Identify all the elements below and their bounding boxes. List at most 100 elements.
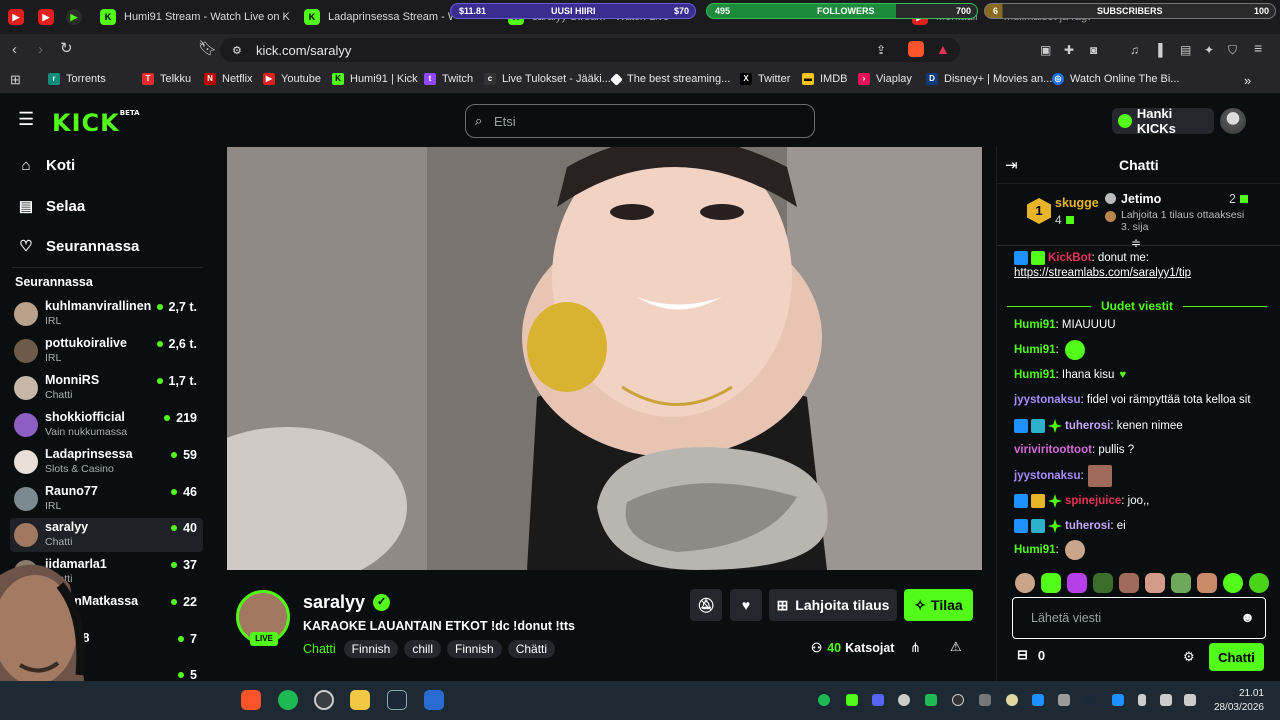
- following-item[interactable]: pottukoiralive IRL 2,6 t.: [10, 334, 203, 368]
- emote[interactable]: [1145, 573, 1165, 593]
- spotify-tray-icon[interactable]: [818, 694, 830, 706]
- following-item[interactable]: kuhlmanvirallinen IRL 2,7 t.: [10, 297, 203, 331]
- emote[interactable]: [1197, 573, 1217, 593]
- url-bar[interactable]: ⚙ kick.com/saralyy ⇪ ▲: [220, 38, 960, 62]
- tag-pill[interactable]: Finnish: [343, 640, 399, 658]
- brave-taskbar-icon[interactable]: [241, 690, 261, 710]
- bookmark-youtube[interactable]: ▶ Youtube: [263, 73, 321, 85]
- search-input[interactable]: ⌕ Etsi: [465, 104, 815, 138]
- sidebar-icon[interactable]: ▐: [1154, 42, 1163, 58]
- extension-icon[interactable]: ▣: [1040, 42, 1051, 58]
- emote[interactable]: [1119, 573, 1139, 593]
- hanki-kicks-button[interactable]: Hanki KICKs: [1112, 106, 1214, 136]
- bookmark-streaming[interactable]: The best streaming...: [610, 72, 730, 86]
- site-info-icon[interactable]: ⚙: [232, 43, 242, 59]
- bookmark-telkku[interactable]: T Telkku: [142, 73, 191, 85]
- report-icon[interactable]: ⚠: [950, 639, 962, 655]
- spotify-taskbar-icon[interactable]: [278, 690, 298, 710]
- tray-icon[interactable]: [1112, 694, 1124, 706]
- following-item[interactable]: MonniRS Chatti 1,7 t.: [10, 371, 203, 405]
- tray-icon[interactable]: [846, 694, 858, 706]
- tab-active-green[interactable]: ▶: [66, 4, 86, 30]
- brave-shields-icon[interactable]: [908, 41, 924, 57]
- tab-humi91[interactable]: K Humi91 Stream - Watch Live on Kick: [100, 4, 290, 30]
- kick-logo[interactable]: KICKBETA: [52, 109, 140, 137]
- share-icon[interactable]: ⇪: [876, 42, 886, 58]
- network-icon[interactable]: [1184, 694, 1196, 706]
- emote[interactable]: [1067, 573, 1087, 593]
- clock-date[interactable]: 28/03/2026: [1208, 702, 1264, 713]
- pin-collapse-icon[interactable]: ≑: [1131, 236, 1141, 250]
- apps-icon[interactable]: ⊞: [10, 72, 21, 88]
- nav-selaa[interactable]: ▤ Selaa: [18, 197, 85, 216]
- app-taskbar-icon[interactable]: [424, 690, 444, 710]
- tip-link[interactable]: https://streamlabs.com/saralyy1/tip: [1014, 267, 1191, 279]
- emote[interactable]: [1015, 573, 1035, 593]
- bluetooth-tray-icon[interactable]: [1032, 694, 1044, 706]
- steam-taskbar-icon[interactable]: [387, 690, 407, 710]
- bookmark-imdb[interactable]: ▬ IMDB: [802, 73, 848, 85]
- forward-icon[interactable]: ›: [38, 42, 43, 58]
- chat-input[interactable]: Lähetä viesti ☻: [1012, 597, 1266, 639]
- bookmark-humi91[interactable]: K Humi91 | Kick: [332, 73, 418, 85]
- cloud-tray-icon[interactable]: [898, 694, 910, 706]
- following-item[interactable]: Ladaprinsessa Slots & Casino 59: [10, 445, 203, 479]
- follow-button[interactable]: ♥: [730, 589, 762, 621]
- battery-tray-icon[interactable]: [1058, 694, 1070, 706]
- notifications-off-button[interactable]: 🔕︎: [690, 589, 722, 621]
- file-explorer-icon[interactable]: [350, 690, 370, 710]
- reload-icon[interactable]: ↻: [60, 41, 73, 57]
- back-icon[interactable]: ‹: [12, 42, 17, 58]
- tab-youtube-1[interactable]: ▶: [8, 4, 28, 30]
- tab-ladaprinsessa[interactable]: KLadaprinsessa Stream - Watc: [304, 4, 454, 30]
- bookmark-viaplay[interactable]: › Viaplay: [858, 73, 912, 85]
- gift-sub-button[interactable]: ⊞ Lahjoita tilaus: [769, 589, 897, 621]
- collapse-chat-icon[interactable]: ⇥: [1005, 156, 1018, 174]
- channel-points[interactable]: ⊟ 0: [1017, 647, 1045, 663]
- bookmark-disney[interactable]: D Disney+ | Movies an...: [926, 73, 1052, 85]
- following-item[interactable]: shokkiofficial Vain nukkumassa 219: [10, 408, 203, 442]
- emote[interactable]: [1171, 573, 1191, 593]
- video-player[interactable]: [227, 147, 982, 570]
- emote[interactable]: [1041, 573, 1061, 593]
- emote[interactable]: [1093, 573, 1113, 593]
- nav-seurannassa[interactable]: ♡ Seurannassa: [18, 237, 139, 256]
- microphone-icon[interactable]: [1138, 694, 1146, 706]
- emote[interactable]: [1249, 573, 1269, 593]
- bookmark-live-tulokset[interactable]: c Live Tulokset - Jääki...: [484, 73, 611, 85]
- more-bookmarks-icon[interactable]: »: [1244, 73, 1251, 88]
- discord-tray-icon[interactable]: [872, 694, 884, 706]
- clock-time[interactable]: 21.01: [1218, 688, 1264, 699]
- bookmark-twitch[interactable]: t Twitch: [424, 73, 473, 85]
- tag-pill[interactable]: chill: [404, 640, 442, 658]
- emote[interactable]: [1223, 573, 1243, 593]
- ai-icon[interactable]: ✦: [1204, 42, 1214, 58]
- following-item[interactable]: Rauno77 IRL 46: [10, 482, 203, 516]
- bookmark-icon[interactable]: 🔖︎: [198, 41, 217, 57]
- volume-icon[interactable]: [1160, 694, 1172, 706]
- share-icon[interactable]: ⋔: [910, 640, 921, 656]
- tag-pill[interactable]: Chätti: [507, 640, 556, 658]
- camera-icon[interactable]: ◙: [1090, 42, 1097, 58]
- vpn-icon[interactable]: ⛉: [1228, 42, 1237, 58]
- bookmark-netflix[interactable]: N Netflix: [204, 73, 253, 85]
- play-tray-icon[interactable]: [925, 694, 937, 706]
- puzzle-icon[interactable]: ✚: [1064, 42, 1074, 58]
- bookmark-twitter[interactable]: X Twitter: [740, 73, 790, 85]
- nav-koti[interactable]: ⌂ Koti: [18, 157, 75, 174]
- send-chat-button[interactable]: Chatti: [1209, 643, 1264, 671]
- subscribe-button[interactable]: ✧ Tilaa: [904, 589, 973, 621]
- tab-youtube-2[interactable]: ▶: [38, 4, 58, 30]
- hamburger-menu-icon[interactable]: ☰: [18, 110, 34, 128]
- wallet-icon[interactable]: ▤: [1180, 42, 1191, 58]
- bookmark-torrents[interactable]: r Torrents: [48, 73, 106, 85]
- tray-icon[interactable]: [952, 694, 964, 706]
- music-icon[interactable]: ♫: [1130, 42, 1139, 58]
- bookmark-watch-online[interactable]: ◎ Watch Online The Bi...: [1052, 73, 1179, 85]
- category-link[interactable]: Chatti: [303, 642, 336, 656]
- chat-settings-icon[interactable]: ⚙: [1183, 649, 1195, 665]
- user-avatar[interactable]: [1220, 108, 1246, 134]
- obs-taskbar-icon[interactable]: [314, 690, 334, 710]
- menu-icon[interactable]: ≡: [1254, 40, 1262, 56]
- tray-icon[interactable]: [979, 694, 991, 706]
